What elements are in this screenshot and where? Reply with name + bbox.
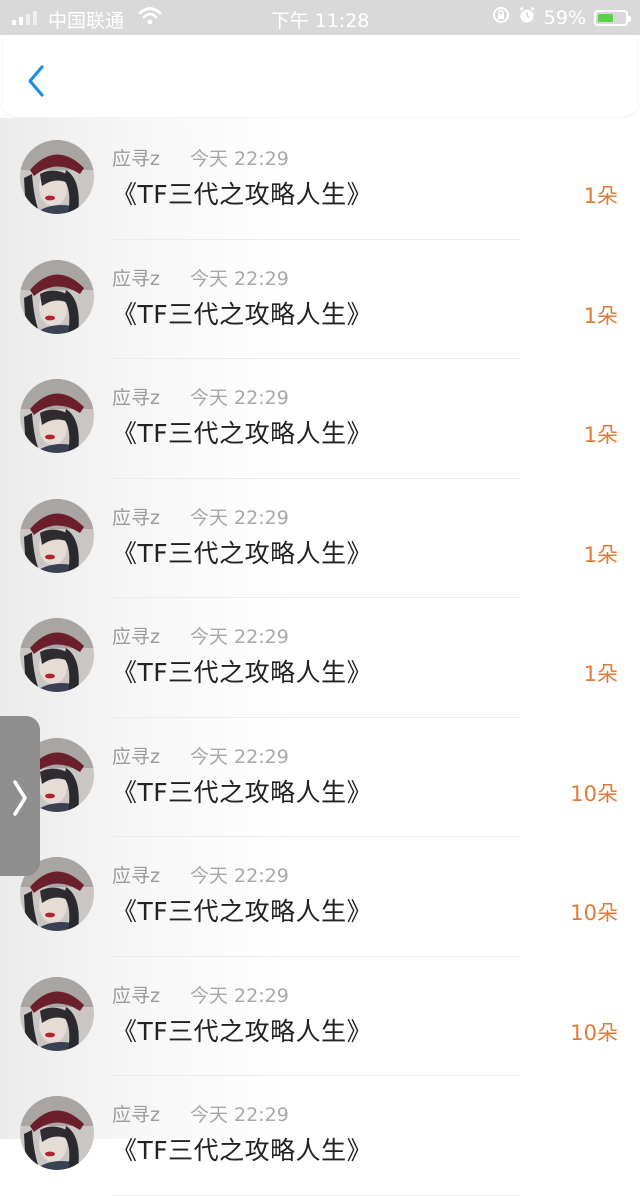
flower-count: 10朵: [570, 901, 618, 925]
gift-row[interactable]: 应寻z 今天 22:29 《TF三代之攻略人生》 10朵: [0, 837, 640, 957]
flower-count: 10朵: [570, 1020, 618, 1045]
avatar[interactable]: [20, 976, 94, 1051]
divider: [112, 1194, 520, 1196]
chevron-left-icon: [28, 65, 44, 97]
sender-name: 应寻z: [112, 984, 160, 1007]
gift-time: 今天 22:29: [190, 984, 289, 1007]
book-title: 《TF三代之攻略人生》: [112, 777, 373, 807]
sender-name: 应寻z: [112, 745, 160, 768]
sender-name: 应寻z: [112, 506, 160, 529]
sender-name: 应寻z: [112, 1104, 160, 1126]
chevron-right-icon: [13, 780, 27, 816]
orientation-lock-icon: [492, 6, 510, 29]
book-title: 《TF三代之攻略人生》: [112, 658, 373, 687]
sender-name: 应寻z: [112, 267, 160, 290]
gift-list: 应寻z 今天 22:29 《TF三代之攻略人生》 1朵 应寻z 今天 22:29…: [0, 120, 640, 1196]
alarm-icon: [518, 6, 536, 29]
flower-count: 10朵: [570, 781, 618, 806]
flower-count: 1朵: [583, 662, 618, 686]
flower-count: 1朵: [583, 542, 618, 567]
gift-row[interactable]: 应寻z 今天 22:29 《TF三代之攻略人生》 1朵: [0, 479, 640, 598]
back-button[interactable]: [23, 63, 53, 99]
side-drawer-handle[interactable]: [0, 716, 40, 876]
book-title: 《TF三代之攻略人生》: [112, 419, 373, 448]
gift-time: 今天 22:29: [190, 267, 289, 290]
sender-name: 应寻z: [112, 387, 160, 409]
avatar[interactable]: [20, 259, 94, 334]
book-title: 《TF三代之攻略人生》: [112, 180, 373, 209]
avatar[interactable]: [20, 618, 94, 692]
gift-row[interactable]: 应寻z 今天 22:29 《TF三代之攻略人生》: [0, 1076, 640, 1196]
status-bar: 中国联通 下午 11:28 59%: [0, 0, 640, 35]
gift-time: 今天 22:29: [190, 506, 289, 529]
book-title: 《TF三代之攻略人生》: [112, 897, 373, 926]
avatar[interactable]: [20, 379, 94, 453]
avatar[interactable]: [20, 498, 94, 573]
sender-name: 应寻z: [112, 865, 160, 887]
gift-row[interactable]: 应寻z 今天 22:29 《TF三代之攻略人生》 1朵: [0, 598, 640, 718]
nav-bar: [3, 37, 637, 117]
book-title: 《TF三代之攻略人生》: [112, 299, 373, 329]
sender-name: 应寻z: [112, 148, 160, 170]
gift-time: 今天 22:29: [190, 745, 289, 768]
gift-time: 今天 22:29: [190, 387, 289, 409]
flower-count: 1朵: [583, 423, 618, 447]
flower-count: 1朵: [583, 184, 618, 208]
battery-percent: 59%: [543, 6, 586, 29]
book-title: 《TF三代之攻略人生》: [112, 1016, 373, 1046]
flower-count: 1朵: [583, 303, 618, 328]
gift-time: 今天 22:29: [190, 865, 289, 887]
book-title: 《TF三代之攻略人生》: [112, 1136, 373, 1165]
gift-row[interactable]: 应寻z 今天 22:29 《TF三代之攻略人生》 1朵: [0, 120, 640, 240]
gift-row[interactable]: 应寻z 今天 22:29 《TF三代之攻略人生》 1朵: [0, 240, 640, 359]
gift-row[interactable]: 应寻z 今天 22:29 《TF三代之攻略人生》 10朵: [0, 718, 640, 837]
sender-name: 应寻z: [112, 626, 160, 648]
battery-icon: [594, 9, 631, 26]
gift-time: 今天 22:29: [190, 1104, 289, 1126]
gift-time: 今天 22:29: [190, 148, 289, 170]
gift-time: 今天 22:29: [190, 626, 289, 648]
gift-row[interactable]: 应寻z 今天 22:29 《TF三代之攻略人生》 1朵: [0, 359, 640, 479]
avatar[interactable]: [20, 1096, 94, 1170]
gift-row[interactable]: 应寻z 今天 22:29 《TF三代之攻略人生》 10朵: [0, 957, 640, 1076]
avatar[interactable]: [20, 140, 94, 214]
book-title: 《TF三代之攻略人生》: [112, 538, 373, 568]
